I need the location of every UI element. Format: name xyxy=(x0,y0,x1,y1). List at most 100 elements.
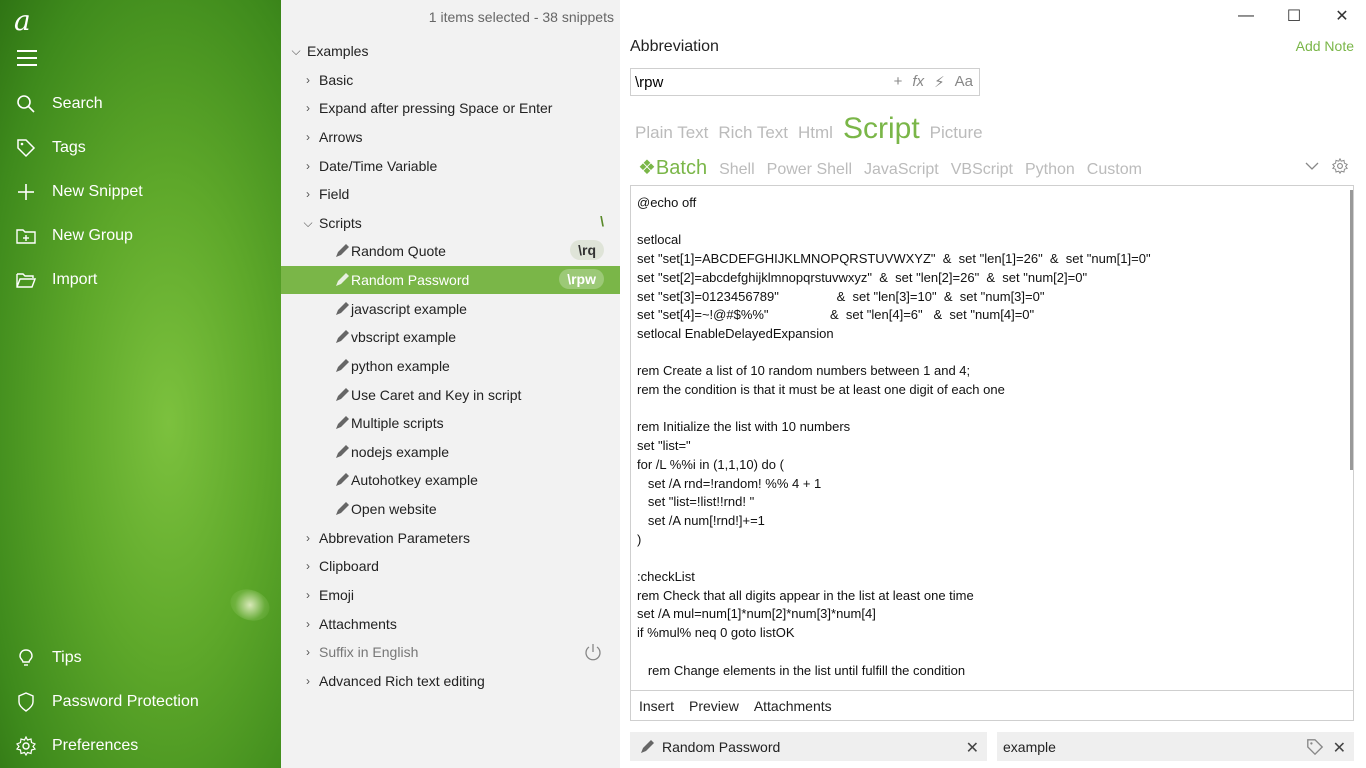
tab-power-shell[interactable]: Power Shell xyxy=(767,161,852,179)
add-note-link[interactable]: Add Note xyxy=(1296,38,1354,54)
tree-group-examples[interactable]: ⌵ Examples xyxy=(281,37,620,65)
chevron-right-icon[interactable]: › xyxy=(301,617,315,631)
script-language-tabs: ❖Batch Shell Power Shell JavaScript VBSc… xyxy=(638,155,1142,180)
tab-javascript[interactable]: JavaScript xyxy=(864,161,939,179)
code-scrollbar[interactable] xyxy=(1350,190,1353,470)
tab-plain-text[interactable]: Plain Text xyxy=(635,123,708,143)
sidebar-item-new-snippet[interactable]: New Snippet xyxy=(0,172,281,212)
chevron-right-icon[interactable]: › xyxy=(301,559,315,573)
tab-preview[interactable]: Preview xyxy=(689,698,739,714)
tree-group-expand[interactable]: › Expand after pressing Space or Enter xyxy=(281,94,620,122)
power-icon[interactable] xyxy=(584,643,602,661)
tab-html[interactable]: Html xyxy=(798,123,833,143)
tab-vbscript[interactable]: VBScript xyxy=(951,161,1013,179)
snippet-random-quote[interactable]: Random Quote \rq xyxy=(281,237,620,265)
folder-plus-icon xyxy=(0,226,52,246)
sidebar-item-search[interactable]: Search xyxy=(0,84,281,124)
tab-insert[interactable]: Insert xyxy=(639,698,674,714)
tab-picture[interactable]: Picture xyxy=(930,123,983,143)
background-light-spot xyxy=(226,584,274,626)
maximize-button[interactable]: ☐ xyxy=(1270,0,1318,32)
clear-tag-button[interactable]: ✕ xyxy=(1333,738,1346,758)
snippet-name: Random Password xyxy=(662,738,781,755)
tab-attachments[interactable]: Attachments xyxy=(754,698,832,714)
sidebar-item-tips[interactable]: Tips xyxy=(0,638,281,678)
tab-rich-text[interactable]: Rich Text xyxy=(718,123,788,143)
group-abbreviation-badge: \ xyxy=(600,213,604,229)
plus-icon xyxy=(0,182,52,202)
chevron-right-icon[interactable]: › xyxy=(301,73,315,87)
chevron-right-icon[interactable]: › xyxy=(301,159,315,173)
chevron-down-icon[interactable]: ⌵ xyxy=(301,216,315,231)
gear-icon[interactable] xyxy=(1332,158,1348,174)
snippet-vbscript-example[interactable]: vbscript example xyxy=(281,323,620,351)
snippet-nodejs-example[interactable]: nodejs example xyxy=(281,438,620,466)
shield-icon xyxy=(0,692,52,712)
chevron-right-icon[interactable]: › xyxy=(301,674,315,688)
chevron-right-icon[interactable]: › xyxy=(301,645,315,659)
hamburger-menu-icon[interactable] xyxy=(17,50,37,66)
tag-icon xyxy=(0,138,52,158)
close-window-button[interactable]: ✕ xyxy=(1318,0,1366,32)
chevron-right-icon[interactable]: › xyxy=(301,531,315,545)
app-logo: a xyxy=(14,4,31,37)
chevron-right-icon[interactable]: › xyxy=(301,101,315,115)
tab-batch[interactable]: ❖Batch xyxy=(638,155,707,180)
sidebar-item-new-group[interactable]: New Group xyxy=(0,216,281,256)
clear-name-button[interactable]: ✕ xyxy=(966,738,979,758)
sidebar-item-password-protection[interactable]: Password Protection xyxy=(0,682,281,722)
snippet-javascript-example[interactable]: javascript example xyxy=(281,295,620,323)
snippet-multiple-scripts[interactable]: Multiple scripts xyxy=(281,409,620,437)
tree-group-attachments[interactable]: › Attachments xyxy=(281,610,620,638)
tree-group-basic[interactable]: › Basic xyxy=(281,66,620,94)
selection-status: 1 items selected - 38 snippets xyxy=(428,9,614,25)
snippet-python-example[interactable]: python example xyxy=(281,352,620,380)
snippet-open-website[interactable]: Open website xyxy=(281,495,620,523)
chevron-right-icon[interactable]: › xyxy=(301,588,315,602)
tree-group-field[interactable]: › Field xyxy=(281,180,620,208)
snippet-editor: — ☐ ✕ Abbreviation Add Note + fx ⚡ Aa Pl… xyxy=(620,0,1366,768)
tab-shell[interactable]: Shell xyxy=(719,161,755,179)
tab-python[interactable]: Python xyxy=(1025,161,1075,179)
tag-icon[interactable] xyxy=(1306,738,1324,756)
snippet-name-field[interactable]: Random Password ✕ xyxy=(630,732,987,761)
tree-group-arrows[interactable]: › Arrows xyxy=(281,123,620,151)
tree-group-datetime[interactable]: › Date/Time Variable xyxy=(281,152,620,180)
pen-icon xyxy=(336,473,349,486)
window-controls: — ☐ ✕ xyxy=(1222,0,1366,32)
snippet-random-password[interactable]: Random Password \rpw xyxy=(281,266,620,294)
tree-group-emoji[interactable]: › Emoji xyxy=(281,581,620,609)
tree-group-clipboard[interactable]: › Clipboard xyxy=(281,552,620,580)
pen-icon xyxy=(336,445,349,458)
pen-icon xyxy=(336,502,349,515)
sidebar-item-import[interactable]: Import xyxy=(0,260,281,300)
pen-icon xyxy=(641,739,654,753)
chevron-right-icon[interactable]: › xyxy=(301,187,315,201)
tree-group-suffix-english[interactable]: › Suffix in English xyxy=(281,638,620,666)
lightning-icon[interactable]: ⚡ xyxy=(934,73,945,91)
chevron-down-icon[interactable] xyxy=(1304,158,1320,174)
tab-custom[interactable]: Custom xyxy=(1087,161,1142,179)
abbreviation-input[interactable] xyxy=(635,73,865,91)
pen-icon xyxy=(336,416,349,429)
chevron-right-icon[interactable]: › xyxy=(301,130,315,144)
add-icon[interactable]: + xyxy=(894,73,903,91)
sidebar-item-preferences[interactable]: Preferences xyxy=(0,726,281,766)
snippet-caret-key[interactable]: Use Caret and Key in script xyxy=(281,381,620,409)
sidebar-item-tags[interactable]: Tags xyxy=(0,128,281,168)
tab-script[interactable]: Script xyxy=(843,112,920,146)
script-code-editor[interactable]: @echo off setlocal set "set[1]=ABCDEFGHI… xyxy=(630,185,1354,690)
tag-field[interactable]: example ✕ xyxy=(997,732,1354,761)
chevron-down-icon[interactable]: ⌵ xyxy=(289,44,303,59)
minimize-button[interactable]: — xyxy=(1222,0,1270,32)
pen-icon xyxy=(336,388,349,401)
abbreviation-tools: + fx ⚡ Aa xyxy=(894,73,973,91)
sidebar: a Search Tags New Snippet New Group Impo… xyxy=(0,0,281,768)
snippet-autohotkey-example[interactable]: Autohotkey example xyxy=(281,466,620,494)
match-case-icon[interactable]: Aa xyxy=(955,73,973,91)
tree-group-scripts[interactable]: ⌵ Scripts \ xyxy=(281,209,620,237)
folder-open-icon xyxy=(0,270,52,290)
function-icon[interactable]: fx xyxy=(912,73,924,91)
tree-group-abbrev-params[interactable]: › Abbrevation Parameters xyxy=(281,524,620,552)
tree-group-advanced-rich-text[interactable]: › Advanced Rich text editing xyxy=(281,667,620,695)
